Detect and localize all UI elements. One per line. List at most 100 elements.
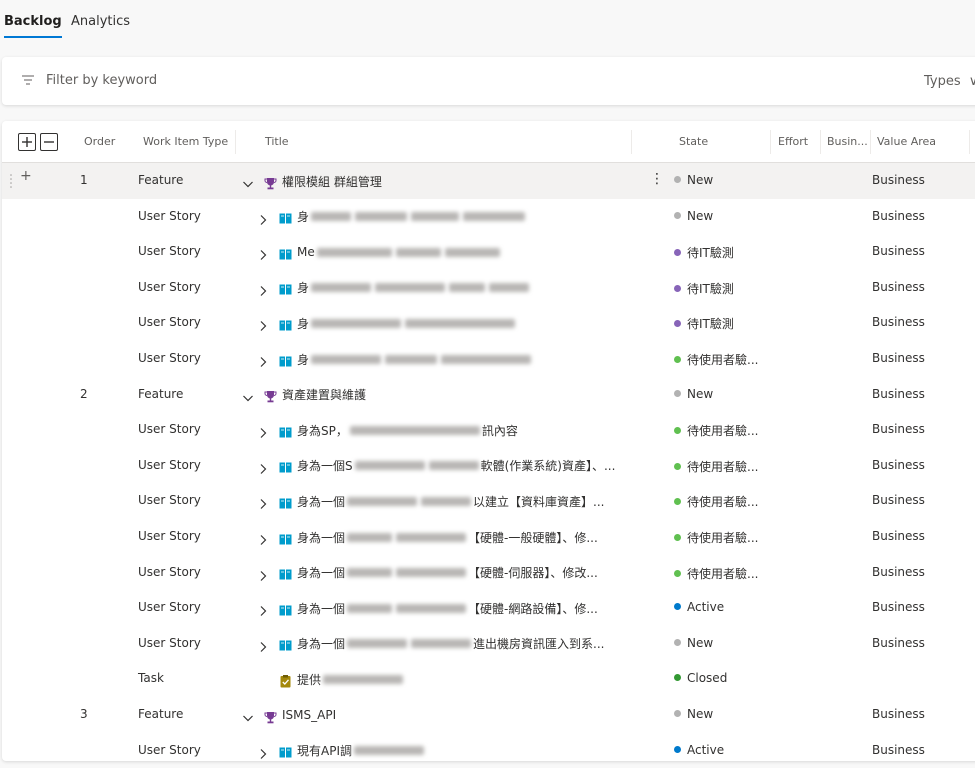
- chevron-right-icon[interactable]: [257, 282, 269, 296]
- column-header-effort[interactable]: Effort: [778, 135, 808, 148]
- row-title[interactable]: 身: [257, 278, 531, 298]
- row-state[interactable]: 待使用者驗...: [674, 493, 758, 510]
- chevron-down-icon[interactable]: [242, 389, 254, 401]
- backlog-row[interactable]: User Story Me 待IT驗測 Business: [2, 234, 975, 270]
- more-actions-icon[interactable]: ⋮: [650, 171, 664, 187]
- chevron-down-icon[interactable]: [242, 709, 254, 722]
- backlog-row[interactable]: User Story 身為一個 進出機房資訊匯入到系... New Business: [2, 626, 975, 662]
- row-state[interactable]: New: [674, 707, 713, 721]
- column-header-order[interactable]: Order: [84, 135, 115, 148]
- column-header-business-value[interactable]: Busin...: [827, 135, 868, 148]
- row-title[interactable]: 身為一個S 軟體(作業系統)資產】、...: [257, 456, 615, 476]
- chevron-right-icon[interactable]: [257, 495, 269, 510]
- chevron-right-icon[interactable]: [257, 460, 269, 474]
- backlog-row[interactable]: User Story 身為一個 【硬體-網路設備】、修... Active Busine…: [2, 590, 975, 626]
- chevron-right-icon[interactable]: [257, 353, 269, 367]
- column-divider[interactable]: [235, 130, 236, 154]
- row-title-text[interactable]: 身: [297, 315, 309, 332]
- row-title[interactable]: Me: [257, 242, 502, 262]
- backlog-row[interactable]: User Story 身為一個S 軟體(作業系統)資產】、... 待使用者驗... Bu…: [2, 448, 975, 484]
- row-state[interactable]: Closed: [674, 671, 727, 685]
- row-title-suffix[interactable]: 軟體(作業系統)資產】、...: [481, 457, 616, 474]
- column-header-work-item-type[interactable]: Work Item Type: [143, 135, 228, 148]
- row-state[interactable]: 待使用者驗...: [674, 422, 758, 439]
- chevron-right-icon[interactable]: [257, 745, 269, 759]
- backlog-row[interactable]: User Story 身 待IT驗測 Business: [2, 270, 975, 306]
- row-title[interactable]: 提供: [257, 669, 405, 689]
- row-state[interactable]: 待IT驗測: [674, 244, 734, 261]
- drag-handle-icon[interactable]: [10, 173, 12, 189]
- column-divider[interactable]: [969, 130, 970, 154]
- row-title-suffix[interactable]: 【硬體-伺服器】、修改...: [468, 564, 598, 581]
- row-title-text[interactable]: 身為一個: [297, 564, 345, 581]
- chevron-right-icon[interactable]: [257, 531, 269, 545]
- chevron-down-icon[interactable]: [242, 175, 254, 188]
- row-title-suffix[interactable]: 【硬體-一般硬體】、修...: [468, 529, 598, 546]
- row-state[interactable]: 待IT驗測: [674, 315, 734, 332]
- types-dropdown[interactable]: Types ∨: [924, 74, 975, 89]
- backlog-row[interactable]: User Story 身為一個 【硬體-一般硬體】、修... 待使用者驗... Busi…: [2, 519, 975, 555]
- row-title[interactable]: 權限模組 群組管理: [242, 171, 382, 191]
- row-state[interactable]: 待IT驗測: [674, 280, 734, 297]
- row-title[interactable]: 身為一個 【硬體-網路設備】、修...: [257, 598, 598, 618]
- row-title[interactable]: 資產建置與維護: [242, 385, 366, 405]
- chevron-right-icon[interactable]: [257, 246, 269, 261]
- row-title[interactable]: 身為SP， 訊內容: [257, 420, 518, 440]
- column-divider[interactable]: [770, 130, 771, 154]
- row-title-text[interactable]: 身為一個: [297, 635, 345, 652]
- row-title-text[interactable]: 現有API調: [297, 742, 352, 759]
- tab-backlog[interactable]: Backlog: [4, 14, 62, 38]
- row-title[interactable]: 現有API調: [257, 741, 426, 761]
- backlog-row[interactable]: Task 提供 Closed: [2, 661, 975, 697]
- row-title-text[interactable]: 身: [297, 279, 309, 296]
- row-state[interactable]: New: [674, 636, 713, 650]
- backlog-row[interactable]: User Story 身 New Business: [2, 199, 975, 235]
- row-state[interactable]: 待使用者驗...: [674, 529, 758, 546]
- row-title-text[interactable]: 身: [297, 208, 309, 225]
- backlog-row[interactable]: User Story 身 待使用者驗... Business: [2, 341, 975, 377]
- row-title-text[interactable]: 提供: [297, 671, 321, 688]
- backlog-row[interactable]: 2 Feature 資產建置與維護 New Business: [2, 377, 975, 413]
- column-header-title[interactable]: Title: [265, 135, 289, 148]
- row-title-text[interactable]: 身為一個S: [297, 457, 353, 474]
- row-title-suffix[interactable]: 進出機房資訊匯入到系...: [473, 635, 604, 652]
- row-state[interactable]: New: [674, 173, 713, 187]
- keyword-filter-input[interactable]: Filter by keyword: [46, 73, 157, 88]
- row-state[interactable]: 待使用者驗...: [674, 351, 758, 368]
- row-title-text[interactable]: 身: [297, 351, 309, 368]
- chevron-right-icon[interactable]: [257, 317, 269, 332]
- column-divider[interactable]: [631, 130, 632, 154]
- column-divider[interactable]: [820, 130, 821, 154]
- collapse-all-button[interactable]: [40, 133, 58, 151]
- column-header-state[interactable]: State: [679, 135, 708, 148]
- row-title[interactable]: 身為一個 【硬體-一般硬體】、修...: [257, 527, 598, 547]
- row-state[interactable]: New: [674, 387, 713, 401]
- backlog-row[interactable]: User Story 身 待IT驗測 Business: [2, 305, 975, 341]
- backlog-row[interactable]: User Story 身為一個 以建立【資料庫資產】... 待使用者驗... Busin…: [2, 483, 975, 519]
- row-title-suffix[interactable]: 以建立【資料庫資產】...: [473, 493, 604, 510]
- column-header-value-area[interactable]: Value Area: [877, 135, 936, 148]
- row-title[interactable]: 身為一個 【硬體-伺服器】、修改...: [257, 563, 598, 583]
- chevron-right-icon[interactable]: [257, 602, 269, 617]
- row-state[interactable]: Active: [674, 743, 724, 757]
- row-title-text[interactable]: 身為一個: [297, 529, 345, 546]
- row-state[interactable]: New: [674, 209, 713, 223]
- row-title-text[interactable]: 身為SP，: [297, 422, 348, 439]
- column-divider[interactable]: [870, 130, 871, 154]
- backlog-row[interactable]: User Story 身為SP， 訊內容 待使用者驗... Business: [2, 412, 975, 448]
- expand-all-button[interactable]: [18, 133, 36, 151]
- row-state[interactable]: 待使用者驗...: [674, 458, 758, 475]
- row-title-suffix[interactable]: 訊內容: [482, 422, 518, 439]
- row-state[interactable]: Active: [674, 600, 724, 614]
- row-title-text[interactable]: 資產建置與維護: [282, 386, 366, 403]
- row-title-text[interactable]: 身為一個: [297, 600, 345, 617]
- row-title-text[interactable]: Me: [297, 245, 315, 259]
- row-title[interactable]: ISMS_API: [242, 705, 336, 725]
- chevron-right-icon[interactable]: [257, 567, 269, 581]
- row-title-text[interactable]: ISMS_API: [282, 708, 336, 722]
- backlog-row[interactable]: + ⋮ 1 Feature 權限模組 群組管理 New Business: [2, 163, 975, 199]
- row-title-suffix[interactable]: 【硬體-網路設備】、修...: [468, 600, 598, 617]
- row-title[interactable]: 身: [257, 207, 527, 227]
- row-title-text[interactable]: 身為一個: [297, 493, 345, 510]
- add-child-icon[interactable]: +: [20, 168, 32, 184]
